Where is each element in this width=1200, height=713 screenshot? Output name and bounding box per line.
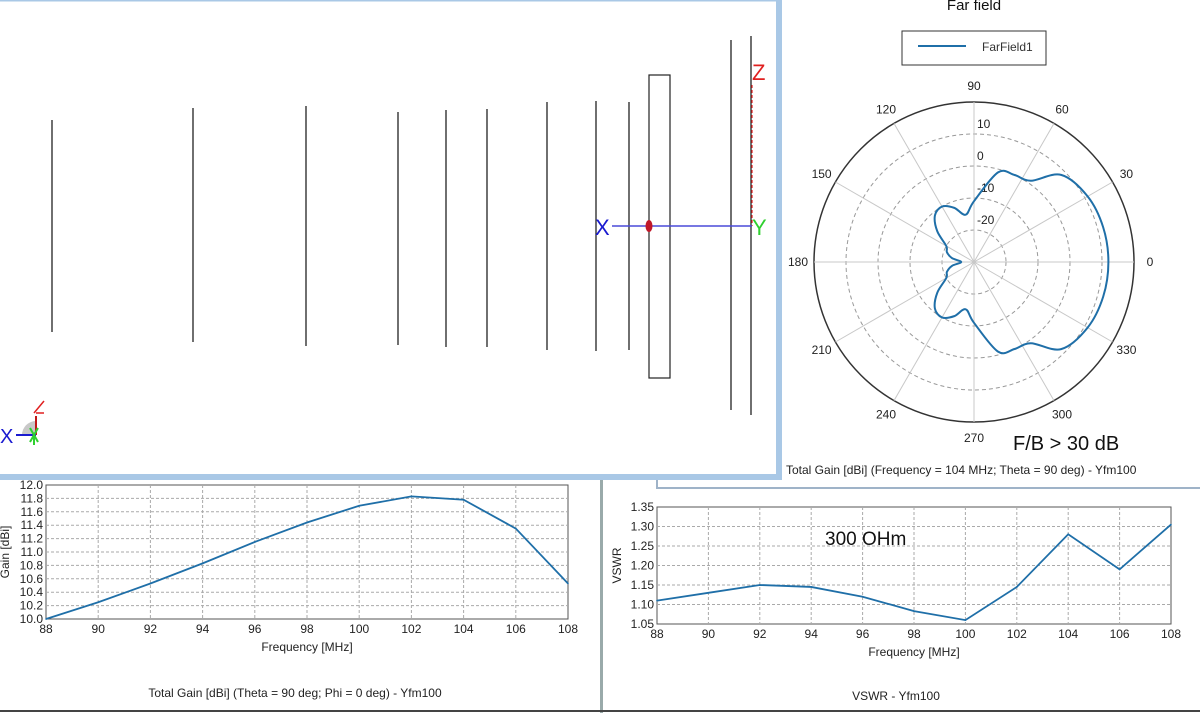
feed-point[interactable] — [645, 220, 653, 232]
data-point — [707, 592, 710, 594]
radial-tick-label: 0 — [977, 149, 984, 163]
data-point — [913, 610, 915, 612]
x-tick-label: 90 — [92, 622, 106, 636]
y-tick-label: 11.2 — [21, 532, 44, 546]
y-tick-label: 12.0 — [20, 478, 44, 492]
data-point — [462, 498, 465, 501]
impedance-annotation: 300 OHm — [825, 529, 906, 550]
angle-tick-label: 300 — [1052, 407, 1072, 421]
data-point — [1067, 533, 1069, 536]
x-tick-label: 108 — [558, 622, 578, 636]
angle-tick-label: 90 — [967, 79, 981, 93]
workspace: Far field FarField1 0 30 60 90 120 150 180 210 2… — [0, 0, 1200, 713]
x-tick-label: 94 — [805, 627, 819, 641]
x-tick-label: 102 — [401, 622, 421, 636]
x-axis-title: Frequency [MHz] — [868, 645, 959, 659]
x-tick-label: 90 — [702, 627, 716, 641]
y-tick-label: 10.8 — [20, 558, 44, 572]
y-tick-label: 11.0 — [21, 545, 44, 559]
x-tick-label: 94 — [196, 622, 210, 636]
gain-panel[interactable]: 88 90 92 94 96 98 100 102 104 106 10810.010.210.41… — [0, 478, 600, 712]
data-point — [1118, 568, 1121, 571]
legend-label: FarField1 — [982, 40, 1033, 54]
x-tick-label: 104 — [454, 622, 474, 636]
farfield-title: Far field — [947, 0, 1001, 14]
data-point — [97, 601, 99, 604]
data-point — [1170, 523, 1172, 526]
data-point — [861, 595, 864, 598]
y-tick-label: 1.10 — [631, 598, 655, 612]
x-tick-label: 108 — [1161, 627, 1181, 641]
triad-x-label: X — [0, 426, 13, 448]
data-point — [358, 504, 361, 507]
data-point — [1016, 586, 1018, 588]
angle-tick-label: 270 — [964, 431, 984, 445]
data-point — [964, 619, 967, 621]
y-tick-label: 11.8 — [21, 491, 44, 505]
data-point — [515, 527, 517, 530]
gain-chart: 88 90 92 94 96 98 100 102 104 106 10810.010.210.41… — [0, 478, 578, 654]
data-point — [810, 586, 812, 588]
fb-annotation: F/B > 30 dB — [1013, 433, 1119, 455]
angle-tick-label: 210 — [812, 343, 832, 357]
y-tick-label: 1.35 — [631, 500, 655, 514]
y-axis-title: VSWR — [610, 547, 624, 583]
data-point — [149, 582, 152, 585]
angle-tick-label: 180 — [788, 255, 808, 269]
y-tick-label: 1.20 — [631, 559, 655, 573]
y-tick-label: 10.4 — [20, 585, 44, 599]
y-tick-label: 11.4 — [21, 518, 44, 532]
y-tick-label: 1.05 — [631, 617, 655, 631]
data-point — [656, 599, 658, 602]
angle-tick-label: 120 — [876, 103, 896, 117]
x-tick-label: 106 — [1110, 627, 1130, 641]
x-tick-label: 100 — [349, 622, 369, 636]
data-point — [254, 541, 256, 543]
polar-plot: 0306090120150180210240270300330100-10-20 — [788, 79, 1154, 445]
x-tick-label: 100 — [955, 627, 975, 641]
vswr-chart: 88 90 92 94 96 98 100 102 104 106 1081.051.101.151… — [610, 500, 1181, 659]
data-point — [410, 495, 413, 498]
legend: FarField1 — [901, 30, 1047, 66]
x-axis-label: X — [595, 215, 610, 240]
y-tick-label: 11.6 — [21, 505, 44, 519]
angle-tick-label: 330 — [1116, 343, 1136, 357]
radial-tick-label: 10 — [977, 117, 991, 131]
y-tick-label: 10.2 — [20, 599, 44, 613]
vswr-caption: VSWR - Yfm100 — [852, 689, 940, 703]
x-tick-label: 104 — [1058, 627, 1078, 641]
z-axis-label: Z — [752, 60, 765, 85]
y-axis-title: Gain [dBi] — [0, 526, 12, 579]
x-tick-label: 98 — [907, 627, 921, 641]
angle-tick-label: 60 — [1055, 103, 1069, 117]
x-axis-title: Frequency [MHz] — [261, 640, 352, 654]
angle-tick-label: 0 — [1147, 255, 1154, 269]
data-point — [759, 584, 761, 586]
angle-tick-label: 30 — [1120, 167, 1134, 181]
radial-tick-label: -20 — [977, 213, 995, 227]
y-tick-label: 1.30 — [631, 520, 655, 534]
x-tick-label: 92 — [144, 622, 158, 636]
y-tick-label: 1.25 — [631, 539, 655, 553]
y-tick-label: 10.6 — [20, 572, 44, 586]
y-tick-label: 10.0 — [20, 612, 44, 626]
angle-tick-label: 240 — [876, 407, 896, 421]
view3d-window[interactable]: X Y Z X — [0, 0, 782, 480]
data-point — [567, 582, 569, 585]
x-tick-label: 98 — [300, 622, 314, 636]
vswr-panel[interactable]: 88 90 92 94 96 98 100 102 104 106 1081.051.101.151… — [600, 480, 1200, 713]
x-tick-label: 96 — [248, 622, 262, 636]
y-axis-label: Y — [752, 215, 767, 240]
data-point — [201, 562, 204, 565]
y-tick-label: 1.15 — [631, 578, 655, 592]
x-tick-label: 96 — [856, 627, 870, 641]
angle-tick-label: 150 — [812, 167, 832, 181]
gain-caption: Total Gain [dBi] (Theta = 90 deg; Phi = … — [148, 686, 442, 700]
x-tick-label: 92 — [753, 627, 767, 641]
x-tick-label: 102 — [1007, 627, 1027, 641]
x-tick-label: 106 — [506, 622, 526, 636]
farfield-caption: Total Gain [dBi] (Frequency = 104 MHz; T… — [786, 463, 1137, 477]
data-point — [306, 521, 308, 524]
data-point — [45, 618, 47, 620]
